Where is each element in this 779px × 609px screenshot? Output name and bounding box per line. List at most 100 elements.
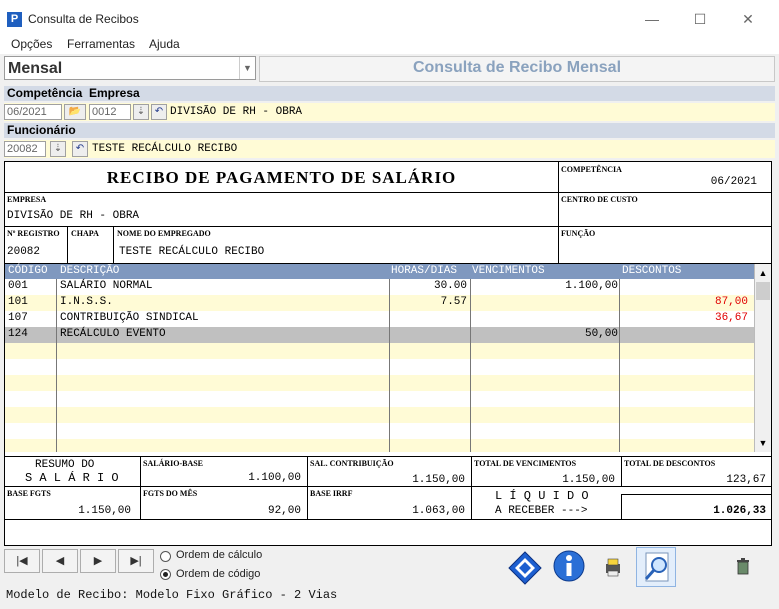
col-descricao: DESCRIÇÃO	[60, 265, 120, 277]
col-horas: HORAS/DIAS	[391, 265, 458, 277]
col-vencimentos: VENCIMENTOS	[472, 265, 545, 277]
total-vencimentos-label: TOTAL DE VENCIMENTOS	[474, 459, 577, 468]
page-title-panel: Consulta de Recibo Mensal	[259, 56, 775, 82]
folder-open-icon[interactable]: 📂	[64, 104, 86, 120]
col-descontos: DESCONTOS	[622, 265, 682, 277]
base-irrf: 1.063,00	[412, 505, 465, 517]
table-row[interactable]: 107 CONTRIBUIÇÃO SINDICAL 36,67	[5, 311, 754, 327]
table-row-empty	[5, 391, 754, 407]
download-icon[interactable]: ⇣	[133, 104, 149, 120]
competencia-input[interactable]: 06/2021	[4, 104, 62, 120]
menu-bar: Opções Ferramentas Ajuda	[0, 34, 779, 54]
nome-label: NOME DO EMPREGADO	[117, 229, 211, 238]
info-icon[interactable]	[548, 547, 588, 587]
empresa-label: Empresa	[89, 86, 140, 100]
col-codigo: CÓDIGO	[8, 265, 48, 277]
table-row-selected[interactable]: 124 RECÁLCULO EVENTO 50,00	[5, 327, 754, 343]
competencia-label: Competência	[7, 86, 83, 100]
total-descontos: 123,67	[726, 474, 766, 486]
nav-last-button[interactable]: ▶|	[118, 549, 154, 573]
table-row-empty	[5, 407, 754, 423]
radio-ordem-calculo[interactable]	[160, 551, 171, 562]
status-bar-text: Modelo de Recibo: Modelo Fixo Gráfico - …	[6, 588, 338, 602]
competencia-empresa-row: 06/2021 📂 0012 ⇣ ↶ DIVISÃO DE RH - OBRA	[4, 103, 775, 121]
table-row-empty	[5, 423, 754, 439]
fgts-mes-label: FGTS DO MÊS	[143, 489, 198, 498]
receipt-panel: RECIBO DE PAGAMENTO DE SALÁRIO COMPETÊNC…	[4, 161, 772, 546]
chevron-down-icon[interactable]: ▼	[239, 57, 255, 79]
menu-opcoes[interactable]: Opções	[11, 37, 52, 51]
fgts-mes: 92,00	[267, 505, 301, 517]
cell-codigo: 001	[8, 280, 28, 292]
undo-icon[interactable]: ↶	[72, 141, 88, 157]
table-row-empty	[5, 375, 754, 391]
receipt-title: RECIBO DE PAGAMENTO DE SALÁRIO	[106, 168, 457, 187]
download-icon[interactable]: ⇣	[50, 141, 66, 157]
scroll-down-icon[interactable]: ▼	[756, 436, 770, 450]
trash-icon[interactable]	[722, 547, 762, 587]
table-row-empty	[5, 343, 754, 359]
funcao-label: FUNÇÃO	[561, 229, 596, 238]
scroll-up-icon[interactable]: ▲	[756, 266, 770, 280]
funcionario-header: Funcionário	[4, 123, 775, 138]
salario-base-label: SALÁRIO-BASE	[143, 459, 204, 468]
empresa-code-input[interactable]: 0012	[89, 104, 131, 120]
events-table: CÓDIGO DESCRIÇÃO HORAS/DIAS VENCIMENTOS …	[5, 264, 754, 452]
minimize-button[interactable]: —	[632, 6, 672, 32]
total-descontos-label: TOTAL DE DESCONTOS	[624, 459, 716, 468]
receipt-nome: TESTE RECÁLCULO RECIBO	[119, 246, 265, 258]
total-vencimentos: 1.150,00	[562, 474, 615, 486]
resumo-line2: S A L Á R I O	[25, 471, 119, 485]
radio-ordem-calculo-label[interactable]: Ordem de cálculo	[176, 549, 262, 561]
radio-ordem-codigo-label[interactable]: Ordem de código	[176, 568, 260, 580]
table-row[interactable]: 001 SALÁRIO NORMAL 30.00 1.100,00	[5, 279, 754, 295]
cell-descricao: SALÁRIO NORMAL	[60, 280, 153, 292]
close-button[interactable]: ✕	[728, 6, 768, 32]
cell-horas: 30.00	[433, 280, 467, 292]
zoom-preview-icon[interactable]	[636, 547, 676, 587]
table-scrollbar[interactable]: ▲ ▼	[754, 264, 771, 452]
radio-ordem-codigo[interactable]	[160, 569, 171, 580]
nav-prev-button[interactable]: ◀	[42, 549, 78, 573]
cell-horas: 7.57	[440, 296, 467, 308]
cell-vencimentos: 50,00	[584, 328, 618, 340]
undo-icon[interactable]: ↶	[151, 104, 167, 120]
funcionario-code-input[interactable]: 20082	[4, 141, 46, 157]
maximize-button[interactable]: ☐	[680, 6, 720, 32]
print-icon[interactable]	[592, 547, 632, 587]
competencia-empresa-header: Competência Empresa	[4, 86, 775, 101]
view-select-value: Mensal	[8, 60, 63, 77]
liquido-line1: L Í Q U I D O	[495, 489, 589, 503]
menu-ferramentas[interactable]: Ferramentas	[67, 37, 135, 51]
table-row[interactable]: 101 I.N.S.S. 7.57 87,00	[5, 295, 754, 311]
funcionario-label: Funcionário	[7, 123, 76, 137]
menu-ajuda[interactable]: Ajuda	[149, 37, 180, 51]
cell-codigo: 124	[8, 328, 28, 340]
liquido: 1.026,33	[713, 505, 766, 517]
navigate-icon[interactable]	[504, 547, 544, 587]
registro-label: Nº REGISTRO	[7, 229, 60, 238]
base-fgts-label: BASE FGTS	[7, 489, 51, 498]
receipt-registro: 20082	[7, 246, 41, 258]
base-irrf-label: BASE IRRF	[310, 489, 353, 498]
receipt-competencia: 06/2021	[710, 176, 757, 188]
cell-descontos: 36,67	[714, 312, 748, 324]
table-row-empty	[5, 359, 754, 375]
page-title: Consulta de Recibo Mensal	[412, 59, 622, 76]
view-select[interactable]: Mensal ▼	[4, 56, 256, 80]
liquido-line2: A RECEBER --->	[495, 505, 588, 517]
receipt-empresa-label: EMPRESA	[7, 195, 47, 204]
funcionario-name: TESTE RECÁLCULO RECIBO	[92, 143, 238, 155]
scroll-thumb[interactable]	[756, 282, 770, 300]
funcionario-row: 20082 ⇣ ↶ TESTE RECÁLCULO RECIBO	[4, 140, 775, 158]
radio-dot	[163, 572, 168, 577]
sal-contribuicao: 1.150,00	[412, 474, 465, 486]
cell-descricao: I.N.S.S.	[60, 296, 113, 308]
cell-descontos: 87,00	[714, 296, 748, 308]
base-fgts: 1.150,00	[78, 505, 131, 517]
title-bar: P Consulta de Recibos — ☐ ✕	[0, 0, 779, 34]
nav-first-button[interactable]: |◀	[4, 549, 40, 573]
nav-next-button[interactable]: ▶	[80, 549, 116, 573]
sal-contribuicao-label: SAL. CONTRIBUIÇÃO	[310, 459, 394, 468]
cell-descricao: CONTRIBUIÇÃO SINDICAL	[60, 312, 199, 324]
